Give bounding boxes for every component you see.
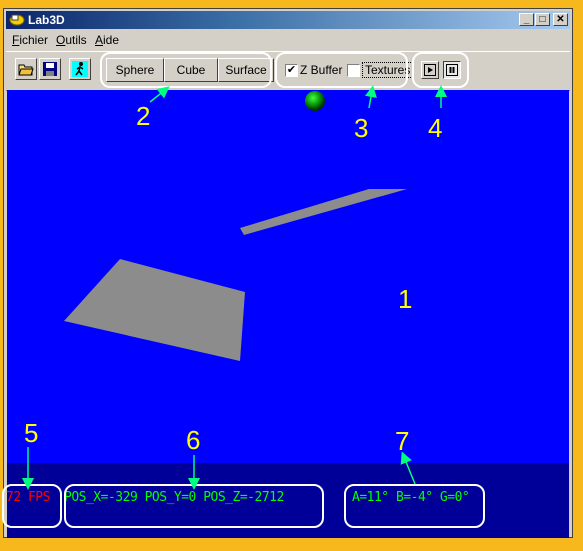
callout-number-6: 6 <box>186 425 201 455</box>
callout-number-5: 5 <box>24 418 39 448</box>
callout-arrows <box>22 85 447 490</box>
callout-number-1: 1 <box>398 284 413 314</box>
callout-number-4: 4 <box>428 113 443 143</box>
callout-number-2: 2 <box>136 101 151 131</box>
callout-number-7: 7 <box>395 426 410 456</box>
callout-number-3: 3 <box>354 113 369 143</box>
